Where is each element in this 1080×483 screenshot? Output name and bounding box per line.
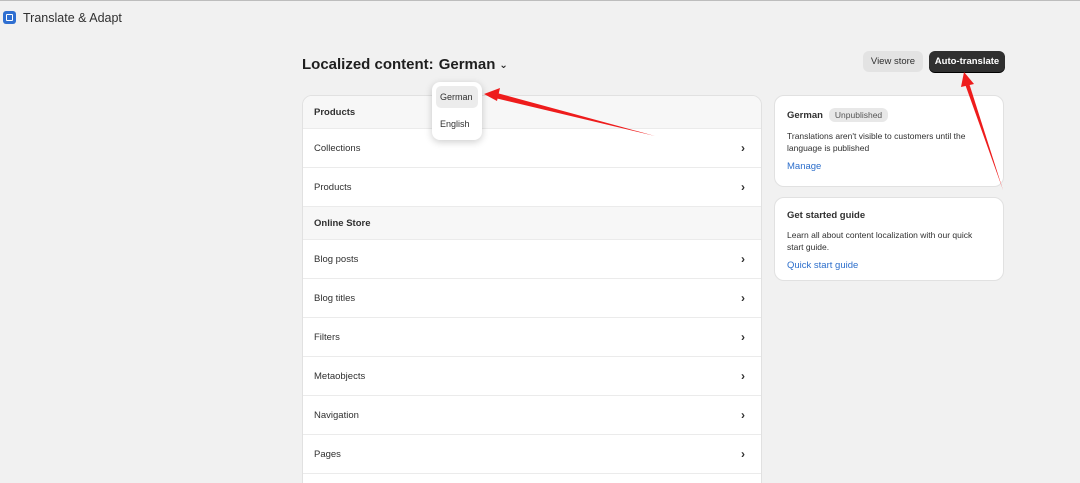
section-header-products: Products: [303, 96, 761, 129]
status-card-language: German: [787, 109, 823, 121]
list-item-blog-posts[interactable]: Blog posts ›: [303, 240, 761, 279]
content-list: Products Collections › Products › Online…: [302, 95, 762, 483]
app-header: Translate & Adapt: [0, 0, 1080, 34]
chevron-right-icon: ›: [741, 180, 745, 194]
get-started-guide-card: Get started guide Learn all about conten…: [774, 197, 1004, 281]
guide-card-text: Learn all about content localization wit…: [787, 230, 973, 252]
chevron-right-icon: ›: [741, 291, 745, 305]
quick-start-guide-link[interactable]: Quick start guide: [787, 260, 991, 271]
list-item-pages[interactable]: Pages ›: [303, 435, 761, 474]
section-header-online-store: Online Store: [303, 207, 761, 240]
list-item-navigation[interactable]: Navigation ›: [303, 396, 761, 435]
language-status-card: German Unpublished Translations aren't v…: [774, 95, 1004, 187]
list-item-products[interactable]: Products ›: [303, 168, 761, 207]
chevron-right-icon: ›: [741, 408, 745, 422]
view-store-button[interactable]: View store: [863, 51, 923, 72]
language-option-english[interactable]: English: [436, 113, 478, 135]
status-card-text: Translations aren't visible to customers…: [787, 131, 966, 153]
manage-link[interactable]: Manage: [787, 161, 991, 172]
language-option-german[interactable]: German: [436, 86, 478, 108]
language-dropdown-menu: German English: [432, 82, 482, 140]
chevron-down-icon: ⌄: [499, 59, 508, 71]
app-logo-icon: [3, 11, 16, 24]
chevron-right-icon: ›: [741, 141, 745, 155]
status-badge: Unpublished: [828, 108, 889, 122]
list-item-metaobjects[interactable]: Metaobjects ›: [303, 357, 761, 396]
app-title: Translate & Adapt: [23, 10, 122, 25]
chevron-right-icon: ›: [741, 369, 745, 383]
chevron-right-icon: ›: [741, 447, 745, 461]
list-item-blog-titles[interactable]: Blog titles ›: [303, 279, 761, 318]
language-selector[interactable]: German ⌄: [439, 56, 508, 73]
chevron-right-icon: ›: [741, 330, 745, 344]
list-item-collections[interactable]: Collections ›: [303, 129, 761, 168]
language-selector-label: German: [438, 56, 496, 73]
guide-card-title: Get started guide: [787, 210, 866, 221]
list-item-filters[interactable]: Filters ›: [303, 318, 761, 357]
auto-translate-button[interactable]: Auto-translate: [929, 51, 1005, 72]
page-title: Localized content: German ⌄: [302, 56, 508, 73]
chevron-right-icon: ›: [741, 252, 745, 266]
page-title-prefix: Localized content:: [302, 56, 434, 73]
